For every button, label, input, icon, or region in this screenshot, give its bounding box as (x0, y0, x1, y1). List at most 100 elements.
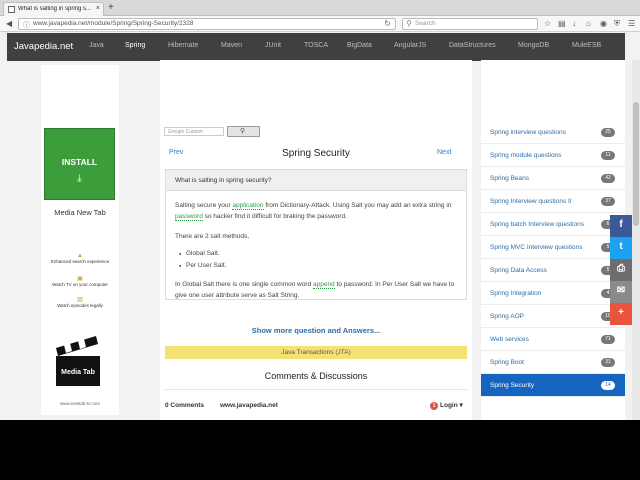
notification-badge: 1 (430, 402, 438, 410)
sidebar-item-label: Spring AOP (490, 313, 524, 320)
text: Salting secure your (175, 202, 233, 209)
comments-site[interactable]: www.javapedia.net (220, 402, 278, 409)
bullet-global-salt: Global Salt. (179, 250, 220, 257)
feature-label: Enhanced search experience (50, 259, 110, 264)
feature-label: Watch TV on your computer (52, 282, 108, 287)
menu-mongodb[interactable]: MongoDB (518, 42, 549, 49)
application-link[interactable]: application (232, 202, 264, 210)
ad-url[interactable]: www.newtab-tv.com (41, 401, 119, 406)
browser-tab[interactable]: What is salting in spring s... × (3, 2, 104, 16)
url-text: www.javapedia.net/module/Spring/Spring-S… (33, 20, 194, 27)
email-icon[interactable]: ✉ (610, 281, 632, 303)
menu-muleesb[interactable]: MuleESB (572, 42, 601, 49)
comments-count[interactable]: 0 Comments (165, 402, 204, 409)
related-topic-banner[interactable]: Java Transactions (JTA) (165, 346, 467, 359)
sidebar-item[interactable]: Spring MVC Interview questions 5 (481, 236, 625, 259)
menu-angularjs[interactable]: AngularJS (394, 42, 426, 49)
tab-bar: What is salting in spring s... × + (0, 0, 640, 16)
info-icon[interactable]: ⓘ (23, 20, 30, 30)
extension-icon[interactable]: ◉ (600, 19, 607, 29)
shield-icon[interactable]: ⛨ (614, 19, 620, 29)
topic-sidebar: Spring interview questions 25 Spring modul… (481, 60, 625, 420)
sidebar-item-label: Spring Integration (490, 290, 542, 297)
sidebar-item[interactable]: Spring Beans 42 (481, 167, 625, 190)
sidebar-item[interactable]: Spring Security 14 (481, 374, 625, 397)
next-link[interactable]: Next (437, 149, 451, 156)
film-icon: ▧ (77, 297, 83, 303)
menu-icon[interactable]: ☰ (628, 19, 635, 29)
sidebar-item-label: Spring MVC Interview questions (490, 244, 583, 251)
show-more-link[interactable]: Show more question and Answers... (165, 326, 467, 335)
more-share-icon[interactable]: + (610, 303, 632, 325)
count-badge: 42 (601, 174, 615, 183)
sidebar-item-label: Web services (490, 336, 529, 343)
scrollbar-thumb[interactable] (633, 102, 639, 226)
password-link[interactable]: password (175, 213, 203, 221)
tab-title: What is salting in spring s... (18, 6, 92, 12)
menu-hibernate[interactable]: Hibernate (168, 42, 198, 49)
twitter-icon[interactable]: t (610, 237, 632, 259)
menu-tosca[interactable]: TOSCA (304, 42, 328, 49)
sidebar-item[interactable]: Spring Boot 31 (481, 351, 625, 374)
facebook-icon[interactable]: f (610, 215, 632, 237)
share-glyph: + (618, 307, 624, 318)
append-link[interactable]: append (313, 281, 335, 289)
page-content: INSTALL ⤓ Media New Tab ▲ Enhanced searc… (0, 60, 640, 420)
page-title: Spring Security (282, 148, 350, 159)
count-badge: 37 (601, 197, 615, 206)
question-text: What is salting in spring security? (175, 177, 272, 184)
new-tab-icon[interactable]: + (108, 2, 114, 13)
sidebar-item-label: Spring Interview questions II (490, 198, 572, 205)
google-search-input[interactable]: Google Custom (164, 127, 224, 136)
search-icon: ⚲ (406, 19, 412, 28)
share-glyph: t (619, 241, 623, 252)
reading-list-icon[interactable]: ▤ (558, 19, 566, 29)
comments-heading: Comments & Discussions (264, 371, 368, 381)
count-badge: 71 (601, 335, 615, 344)
sidebar-item-label: Spring Security (490, 382, 535, 389)
back-icon[interactable]: ◀ (6, 19, 12, 29)
count-badge: 11 (601, 151, 615, 160)
menu-bigdata[interactable]: BigData (347, 42, 372, 49)
sidebar-item[interactable]: Spring interview questions 25 (481, 121, 625, 144)
feature-search: ▲ Enhanced search experience (41, 253, 119, 264)
count-badge: 14 (601, 381, 615, 390)
install-button[interactable]: INSTALL ⤓ (44, 128, 115, 200)
sidebar-item[interactable]: Spring batch Interview questions 6 (481, 213, 625, 236)
question-header: What is salting in spring security? (165, 169, 467, 191)
share-glyph: ✉ (616, 285, 626, 296)
google-search-button[interactable]: ⚲ (227, 126, 260, 137)
install-label: INSTALL (61, 157, 98, 167)
login-label: Login (440, 402, 458, 409)
menu-junit[interactable]: JUnit (265, 42, 281, 49)
sidebar-item[interactable]: Web services 71 (481, 328, 625, 351)
menu-java[interactable]: Java (89, 42, 104, 49)
download-icon[interactable]: ↓ (572, 19, 576, 29)
browser-search-input[interactable]: ⚲ Search (402, 18, 538, 30)
reload-icon[interactable]: ↻ (384, 19, 391, 28)
divider (165, 389, 467, 390)
menu-datastructures[interactable]: DataStructures (449, 42, 496, 49)
home-icon[interactable]: ⌂ (586, 19, 591, 29)
bookmark-star-icon[interactable]: ☆ (544, 19, 551, 29)
print-icon[interactable]: ⎙ (610, 259, 632, 281)
menu-spring[interactable]: Spring (125, 42, 145, 49)
page-scrollbar[interactable] (632, 60, 640, 420)
login-button[interactable]: 1 Login ▾ (430, 401, 463, 410)
sidebar-item[interactable]: Spring Interview questions II 37 (481, 190, 625, 213)
sidebar-item[interactable]: Spring module questions 11 (481, 144, 625, 167)
tab-close-icon[interactable]: × (96, 5, 100, 12)
favicon-icon (8, 6, 15, 13)
url-bar[interactable]: ⓘ www.javapedia.net/module/Spring/Spring… (18, 18, 396, 30)
menu-maven[interactable]: Maven (221, 42, 242, 49)
clapperboard-icon: Media Tab (56, 336, 100, 386)
answer-paragraph-2: There are 2 salt methods, (175, 233, 250, 240)
sidebar-item-label: Spring module questions (490, 152, 562, 159)
sidebar-item[interactable]: Spring Integration 4 (481, 282, 625, 305)
site-logo[interactable]: Javapedia.net (14, 41, 73, 52)
share-glyph: f (619, 219, 623, 230)
tv-icon: ▣ (77, 276, 83, 282)
sidebar-item[interactable]: Spring AOP 10 (481, 305, 625, 328)
sidebar-item[interactable]: Spring Data Access 5 (481, 259, 625, 282)
prev-link[interactable]: Prev (169, 149, 183, 156)
